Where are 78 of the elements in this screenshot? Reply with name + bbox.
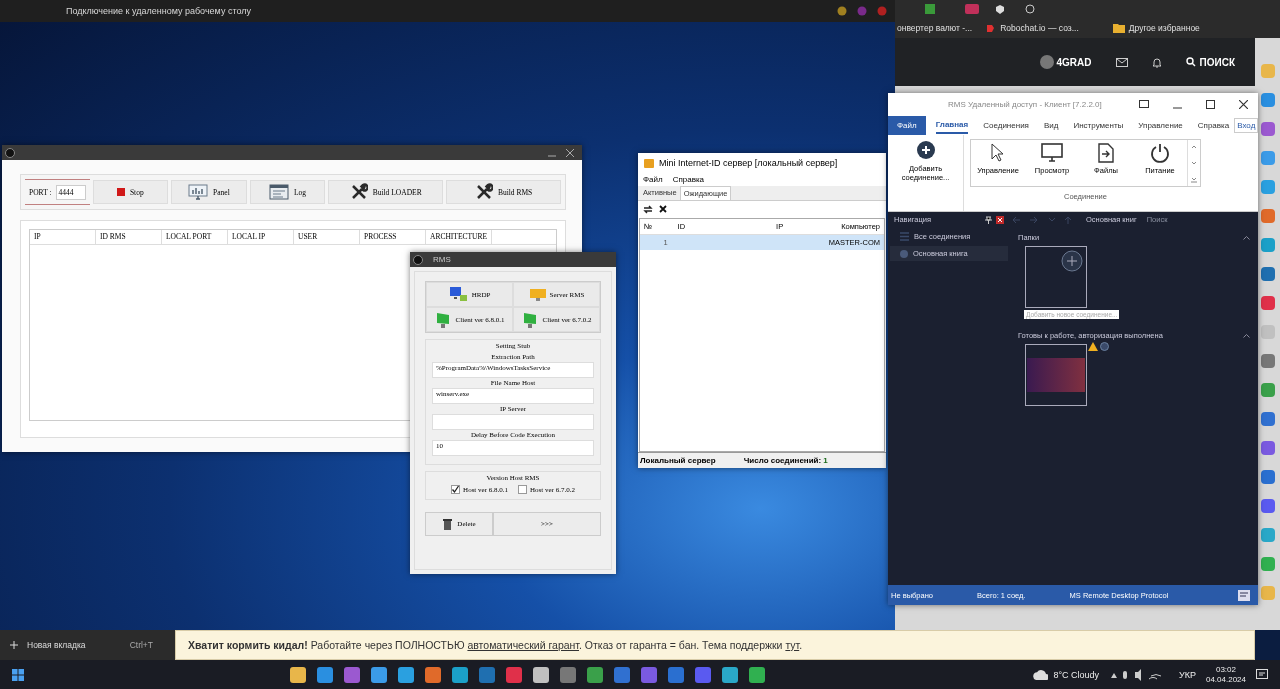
avatar-icon [1039,55,1054,69]
power-icon [1150,143,1170,163]
notice-text: Хватит кормить кидал! Работайте через ПОЛНОСТЬЮ автоматический гарант. Отказ от гаранта = бан. Тема поддержки тут. [188,639,803,651]
notifications-icon[interactable] [1256,668,1268,681]
login-button[interactable]: Вход [1234,117,1259,133]
weather-widget[interactable]: 8°C Cloudy [1032,669,1099,680]
language-indicator[interactable]: УКР [1179,669,1196,680]
window-title: RMS Удаленный доступ - Клиент [7.2.2.0] [948,99,1103,109]
trash-icon [442,518,454,530]
logo-icon [986,23,997,33]
plus-circle-icon [1061,250,1083,272]
bookmark-link[interactable]: Robochat.io — соз... [986,23,1079,33]
close-icon[interactable] [996,215,1004,224]
checkbox-icon[interactable] [518,485,527,494]
monitor-icon [1041,143,1063,163]
screen-thumbnail [1027,358,1085,392]
chart-icon [188,184,209,200]
ribbon-tab[interactable]: Инструменты [1073,117,1124,133]
app-icon [5,147,15,158]
window-title: Подключение к удаленному рабочему столу [66,6,252,16]
input-field[interactable] [432,414,594,430]
window-title: Mini Internet-ID сервер [локальный сервер] [659,158,838,168]
time-text: 03:02 [1215,664,1236,675]
globe-icon [1100,342,1109,351]
ribbon-tab[interactable]: Вид [1043,117,1059,133]
add-connection-tile[interactable] [1025,246,1087,308]
menu-item[interactable]: Файл [643,175,663,184]
clock[interactable]: 03:02 04.04.2024 [1205,664,1246,685]
notice-link[interactable]: автоматический гарант [467,639,579,651]
status-text: Число соединений: [743,456,822,465]
collapse-icon[interactable] [1243,333,1250,338]
shortcut-hint: Ctrl+T [129,640,153,650]
user-menu[interactable]: 4GRAD [1039,55,1092,69]
maximize-icon[interactable] [1206,99,1215,109]
close-icon[interactable] [659,205,667,213]
bookmark-link[interactable]: онвертер валют -... [897,23,973,33]
list-icon [900,232,909,241]
connection-tile[interactable] [1025,344,1087,406]
app-icon [644,158,654,168]
ribbon-tab[interactable]: Управление [1138,117,1183,133]
file-arrow-icon [1098,143,1114,163]
start-icon[interactable] [12,668,24,681]
circle-icon [900,249,908,258]
stop-icon [116,188,125,196]
cursor-icon [990,143,1006,163]
mail-icon[interactable] [1115,57,1128,67]
app-icon [413,254,423,265]
ribbon-tab[interactable]: Соединения [983,117,1029,133]
file-menu-button[interactable]: Файл [888,115,926,135]
window-title: RMS [433,255,451,264]
restore-icon[interactable] [1139,100,1149,108]
close-icon[interactable] [1239,99,1248,109]
search-icon [1185,57,1196,67]
window-icon [268,184,289,200]
window-controls-icon[interactable] [837,6,887,16]
plus-icon [10,641,18,649]
ribbon-tab[interactable]: Справка [1197,117,1230,133]
plus-circle-icon [916,141,935,159]
ribbon-tab[interactable]: Главная [935,116,969,134]
wrench-screwdriver-icon [349,183,368,201]
wrench-screwdriver-icon [474,183,493,201]
menu-item[interactable]: Справка [672,175,705,184]
folder-icon [1112,23,1125,33]
monitor-icon [528,287,547,302]
collapse-icon[interactable] [1243,235,1250,240]
computers-icon [448,285,469,304]
notes-icon[interactable] [1238,589,1250,601]
search-button[interactable]: ПОИСК [1185,56,1235,68]
checkbox-icon[interactable] [451,485,461,494]
refresh-icon[interactable] [643,205,653,214]
cloud-icon [1032,669,1049,680]
date-text: 04.04.2024 [1205,674,1246,685]
pin-icon[interactable] [985,215,992,224]
bookmark-link[interactable]: Другое избранное [1112,23,1200,33]
status-text: Локальный сервер [640,456,716,465]
new-tab-menu-item[interactable]: Новая вкладка [10,640,86,650]
connection-count: 1 [823,456,828,465]
bell-icon[interactable] [1151,56,1162,68]
